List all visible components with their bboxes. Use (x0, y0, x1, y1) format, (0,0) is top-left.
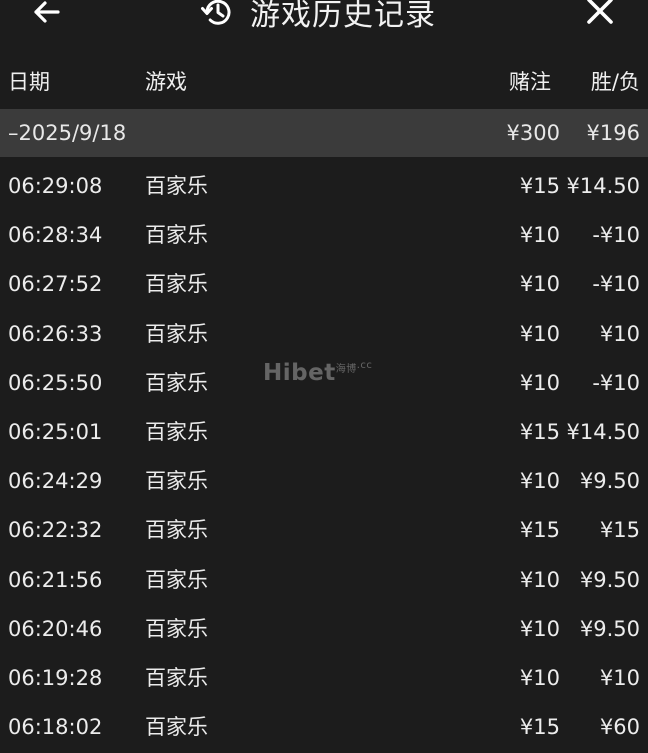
watermark-cn: 海博 (335, 364, 357, 375)
row-win-loss: ¥60 (599, 715, 640, 740)
row-game: 百家乐 (145, 370, 208, 395)
row-game: 百家乐 (145, 419, 208, 444)
row-win-loss: ¥9.50 (579, 567, 640, 592)
row-game: 百家乐 (145, 223, 208, 248)
row-win-loss: -¥10 (592, 370, 640, 395)
table-row[interactable]: 06:29:08 百家乐 ¥15 ¥14.50 (0, 160, 648, 209)
table-row[interactable]: 06:21:56 百家乐 ¥10 ¥9.50 (0, 554, 648, 603)
table-row[interactable]: 06:22:32 百家乐 ¥15 ¥15 (0, 504, 648, 553)
row-bet: ¥10 (519, 321, 560, 346)
row-game: 百家乐 (145, 616, 208, 641)
row-time: 06:29:08 (8, 174, 103, 198)
row-bet: ¥10 (519, 469, 560, 494)
table-row[interactable]: 06:19:28 百家乐 ¥10 ¥10 (0, 652, 648, 701)
row-win-loss: ¥9.50 (579, 616, 640, 641)
row-game: 百家乐 (145, 321, 208, 346)
table-row[interactable]: 06:27:52 百家乐 ¥10 -¥10 (0, 258, 648, 307)
row-game: 百家乐 (145, 272, 208, 297)
row-time: 06:19:28 (8, 665, 103, 690)
close-icon (587, 0, 613, 24)
column-header-win-loss: 胜/负 (590, 70, 640, 94)
row-time: 06:28:34 (8, 223, 103, 248)
row-bet: ¥10 (519, 223, 560, 248)
row-time: 06:22:32 (8, 518, 103, 543)
row-game: 百家乐 (145, 174, 208, 198)
column-header-bet: 赌注 (509, 70, 551, 94)
row-bet: ¥10 (519, 616, 560, 641)
row-time: 06:24:29 (8, 469, 103, 494)
row-game: 百家乐 (145, 469, 208, 494)
row-bet: ¥15 (519, 715, 560, 740)
row-time: 06:25:01 (8, 419, 103, 444)
row-game: 百家乐 (145, 518, 208, 543)
row-time: 06:25:50 (8, 370, 103, 395)
summary-bet: ¥300 (506, 121, 560, 145)
row-win-loss: ¥15 (599, 518, 640, 543)
row-win-loss: ¥14.50 (566, 174, 640, 198)
row-game: 百家乐 (145, 567, 208, 592)
summary-win-loss: ¥196 (586, 121, 640, 145)
row-win-loss: ¥9.50 (579, 469, 640, 494)
row-bet: ¥15 (519, 419, 560, 444)
table-row[interactable]: 06:26:33 百家乐 ¥10 ¥10 (0, 308, 648, 357)
back-button[interactable] (28, 0, 68, 30)
watermark-brand: Hibet (263, 360, 336, 386)
header-bar: 游戏历史记录 (0, 0, 648, 40)
row-bet: ¥15 (519, 174, 560, 198)
row-time: 06:27:52 (8, 272, 103, 297)
date-summary-row[interactable]: –2025/9/18 ¥300 ¥196 (0, 109, 648, 157)
close-button[interactable] (580, 0, 620, 30)
row-game: 百家乐 (145, 715, 208, 740)
row-time: 06:18:02 (8, 715, 103, 740)
row-bet: ¥10 (519, 370, 560, 395)
row-bet: ¥10 (519, 272, 560, 297)
row-bet: ¥15 (519, 518, 560, 543)
table-row[interactable]: 06:25:01 百家乐 ¥15 ¥14.50 (0, 406, 648, 455)
row-time: 06:26:33 (8, 321, 103, 346)
row-time: 06:21:56 (8, 567, 103, 592)
column-header-date: 日期 (8, 70, 50, 94)
table-row[interactable]: 06:24:29 百家乐 ¥10 ¥9.50 (0, 455, 648, 504)
history-list: 06:29:08 百家乐 ¥15 ¥14.50 06:28:34 百家乐 ¥10… (0, 160, 648, 750)
watermark-logo: Hibet海博.cc (263, 360, 372, 386)
table-row[interactable]: 06:18:02 百家乐 ¥15 ¥60 (0, 701, 648, 750)
row-bet: ¥10 (519, 665, 560, 690)
row-bet: ¥10 (519, 567, 560, 592)
page-title: 游戏历史记录 (250, 0, 436, 33)
row-win-loss: -¥10 (592, 272, 640, 297)
table-row[interactable]: 06:20:46 百家乐 ¥10 ¥9.50 (0, 603, 648, 652)
row-win-loss: ¥10 (599, 321, 640, 346)
row-win-loss: ¥10 (599, 665, 640, 690)
row-win-loss: -¥10 (592, 223, 640, 248)
history-clock-icon (201, 0, 231, 25)
watermark-suffix: .cc (356, 360, 373, 371)
row-win-loss: ¥14.50 (566, 419, 640, 444)
summary-date: –2025/9/18 (8, 121, 127, 145)
arrow-left-icon (34, 1, 60, 23)
column-header-game: 游戏 (145, 70, 187, 94)
row-time: 06:20:46 (8, 616, 103, 641)
title-group: 游戏历史记录 (200, 0, 436, 33)
row-game: 百家乐 (145, 665, 208, 690)
table-row[interactable]: 06:28:34 百家乐 ¥10 -¥10 (0, 209, 648, 258)
